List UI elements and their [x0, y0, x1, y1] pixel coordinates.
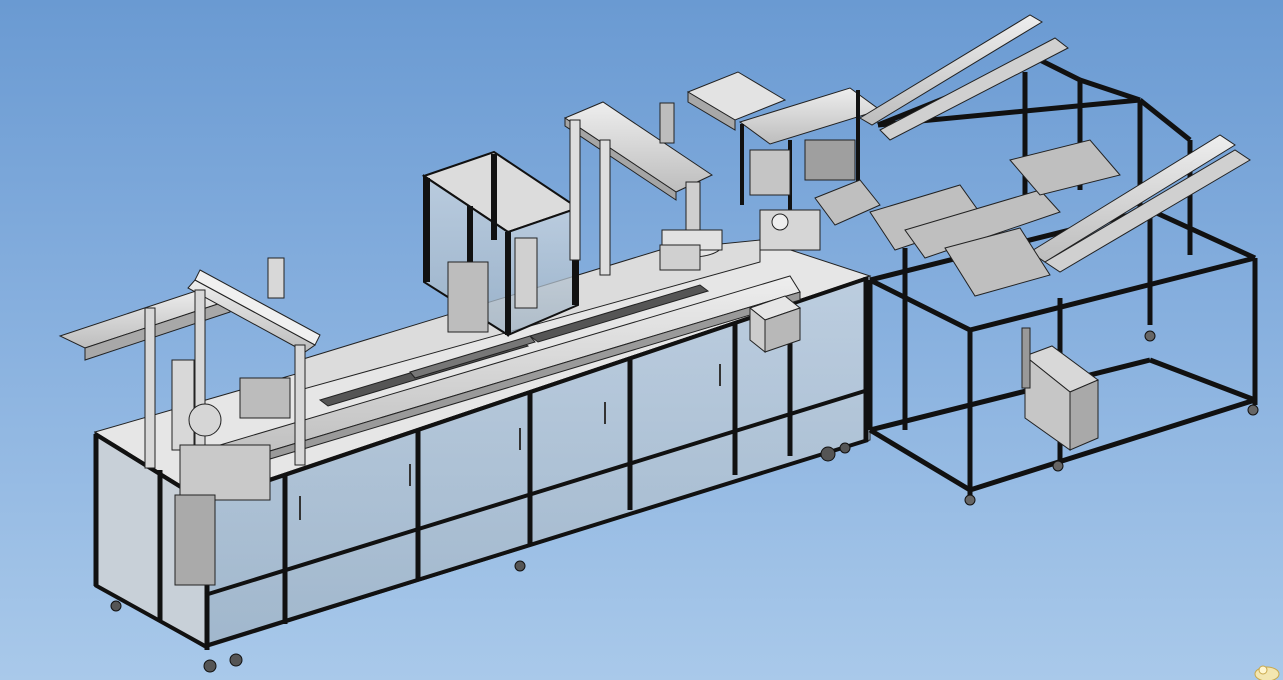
watermark-logo-icon — [1254, 665, 1280, 680]
machine-assembly-model[interactable] — [0, 0, 1283, 680]
central-enclosure — [421, 150, 581, 337]
upper-workstation — [686, 71, 882, 251]
arch-gantry — [563, 101, 723, 276]
cad-viewport[interactable] — [0, 0, 1283, 680]
